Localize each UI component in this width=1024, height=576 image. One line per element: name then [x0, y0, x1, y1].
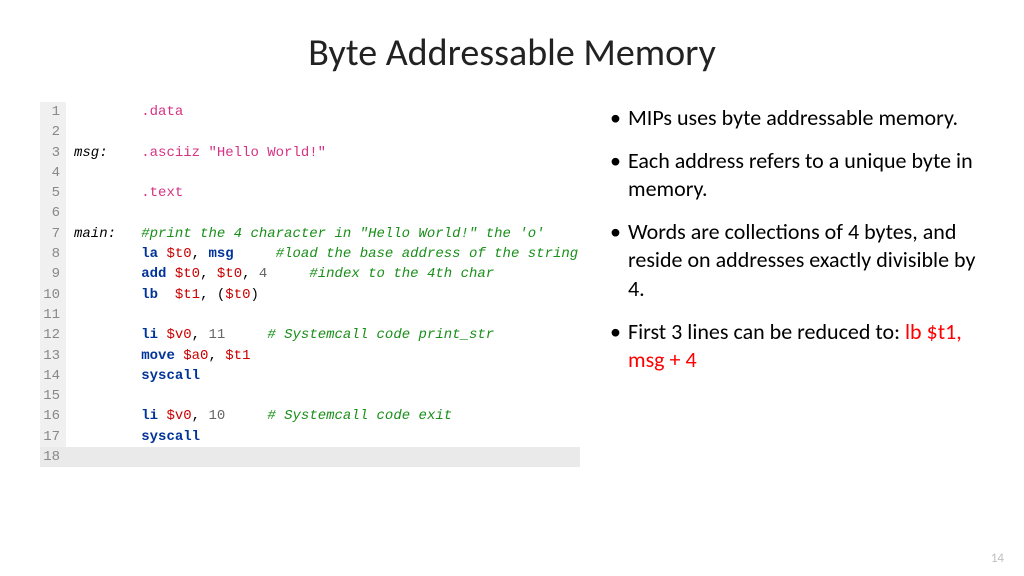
code-line: 7main: #print the 4 character in "Hello … — [40, 224, 580, 244]
line-number: 18 — [40, 447, 66, 467]
bullet-list: MIPs uses byte addressable memory. Each a… — [610, 102, 984, 467]
code-text: .data — [66, 102, 183, 122]
code-line: 9 add $t0, $t0, 4 #index to the 4th char — [40, 264, 580, 284]
line-number: 6 — [40, 203, 66, 223]
line-number: 5 — [40, 183, 66, 203]
code-text: syscall — [66, 427, 200, 447]
page-number: 14 — [991, 551, 1004, 566]
code-line: 3msg: .asciiz "Hello World!" — [40, 143, 580, 163]
code-text — [66, 305, 141, 325]
code-text: move $a0, $t1 — [66, 346, 251, 366]
line-number: 14 — [40, 366, 66, 386]
code-text: main: #print the 4 character in "Hello W… — [66, 224, 545, 244]
code-block: 1 .data2 3msg: .asciiz "Hello World!"4 5… — [40, 102, 580, 467]
bullet-item: MIPs uses byte addressable memory. — [610, 104, 984, 133]
code-line: 6 — [40, 203, 580, 223]
line-number: 4 — [40, 163, 66, 183]
code-text: li $v0, 10 # Systemcall code exit — [66, 406, 452, 426]
code-line: 12 li $v0, 11 # Systemcall code print_st… — [40, 325, 580, 345]
code-text — [66, 447, 580, 467]
code-text — [66, 122, 141, 142]
line-number: 1 — [40, 102, 66, 122]
line-number: 16 — [40, 406, 66, 426]
line-number: 11 — [40, 305, 66, 325]
code-line: 13 move $a0, $t1 — [40, 346, 580, 366]
code-text: msg: .asciiz "Hello World!" — [66, 143, 326, 163]
code-text: add $t0, $t0, 4 #index to the 4th char — [66, 264, 494, 284]
code-line: 10 lb $t1, ($t0) — [40, 285, 580, 305]
code-line: 4 — [40, 163, 580, 183]
code-text — [66, 163, 141, 183]
code-line: 16 li $v0, 10 # Systemcall code exit — [40, 406, 580, 426]
code-text: li $v0, 11 # Systemcall code print_str — [66, 325, 494, 345]
code-line: 17 syscall — [40, 427, 580, 447]
bullet-item: Words are collections of 4 bytes, and re… — [610, 218, 984, 304]
line-number: 7 — [40, 224, 66, 244]
slide: Byte Addressable Memory 1 .data2 3msg: .… — [0, 0, 1024, 467]
code-line: 15 — [40, 386, 580, 406]
line-number: 3 — [40, 143, 66, 163]
code-line: 2 — [40, 122, 580, 142]
code-line: 5 .text — [40, 183, 580, 203]
bullet-item: Each address refers to a unique byte in … — [610, 147, 984, 204]
line-number: 13 — [40, 346, 66, 366]
slide-title: Byte Addressable Memory — [40, 30, 984, 76]
code-line: 8 la $t0, msg #load the base address of … — [40, 244, 580, 264]
content-row: 1 .data2 3msg: .asciiz "Hello World!"4 5… — [40, 102, 984, 467]
bullet-item: First 3 lines can be reduced to: lb $t1,… — [610, 318, 984, 375]
line-number: 15 — [40, 386, 66, 406]
highlight-text: lb $t1, msg + 4 — [628, 318, 962, 374]
line-number: 17 — [40, 427, 66, 447]
code-text: la $t0, msg #load the base address of th… — [66, 244, 578, 264]
line-number: 2 — [40, 122, 66, 142]
line-number: 12 — [40, 325, 66, 345]
code-text: syscall — [66, 366, 200, 386]
code-line: 14 syscall — [40, 366, 580, 386]
line-number: 9 — [40, 264, 66, 284]
code-text: .text — [66, 183, 183, 203]
code-text: lb $t1, ($t0) — [66, 285, 259, 305]
line-number: 10 — [40, 285, 66, 305]
code-line: 18 — [40, 447, 580, 467]
line-number: 8 — [40, 244, 66, 264]
code-text — [66, 203, 141, 223]
code-text — [66, 386, 141, 406]
code-line: 1 .data — [40, 102, 580, 122]
code-line: 11 — [40, 305, 580, 325]
